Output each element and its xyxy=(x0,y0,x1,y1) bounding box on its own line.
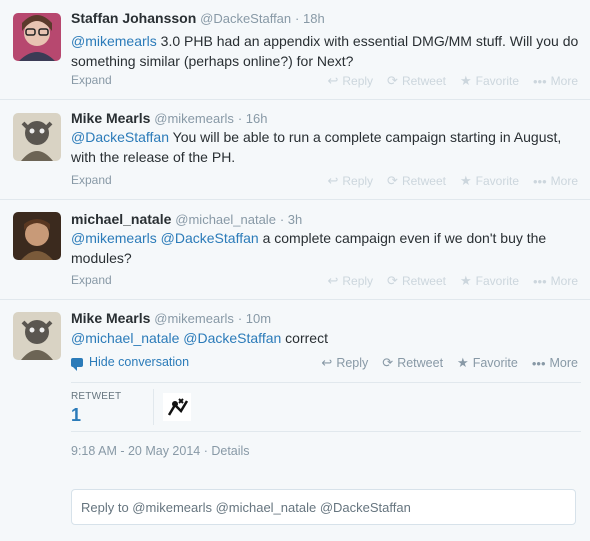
favorite-button[interactable]: ★ Favorite xyxy=(457,355,518,371)
star-icon: ★ xyxy=(459,273,472,288)
retweet-stat-label[interactable]: RETWEET xyxy=(71,391,121,402)
author-username[interactable]: @mikemearls xyxy=(154,111,234,126)
favorite-button[interactable]: ★ Favorite xyxy=(460,73,519,89)
expand-link[interactable]: Expand xyxy=(71,173,112,187)
mention-link[interactable]: @DackeStaffan xyxy=(71,129,169,145)
mention-link[interactable]: @michael_natale @DackeStaffan xyxy=(71,330,281,346)
favorite-button[interactable]: ★ Favorite xyxy=(460,173,519,189)
retweet-icon: ⟳ xyxy=(387,273,398,288)
author-fullname[interactable]: Mike Mearls xyxy=(71,310,150,326)
tweet-text: @DackeStaffan You will be able to run a … xyxy=(71,129,562,165)
tweet-actions: ↩ Reply ⟳ Retweet ★ Favorite ••• More xyxy=(321,355,578,371)
tweet-item[interactable]: Mike Mearls @mikemearls · 16h @DackeStaf… xyxy=(0,100,590,200)
tweet-actions: ↩ Reply ⟳ Retweet ★ Favorite ••• More xyxy=(327,173,578,189)
retweet-button[interactable]: ⟳ Retweet xyxy=(387,273,446,289)
retweet-icon: ⟳ xyxy=(387,73,398,88)
expand-link[interactable]: Expand xyxy=(71,73,112,87)
star-icon: ★ xyxy=(459,73,472,88)
author-fullname[interactable]: michael_natale xyxy=(71,211,171,227)
reply-arrow-icon: ↩ xyxy=(327,173,339,188)
mention-link[interactable]: @mikemearls @DackeStaffan xyxy=(71,230,259,246)
conversation-icon xyxy=(71,357,83,371)
avatar[interactable] xyxy=(13,13,61,61)
avatar[interactable] xyxy=(13,212,61,260)
retweet-button[interactable]: ⟳ Retweet xyxy=(387,173,446,189)
author-fullname[interactable]: Mike Mearls xyxy=(71,110,150,126)
reply-input[interactable]: Reply to @mikemearls @michael_natale @Da… xyxy=(71,489,576,525)
ellipsis-icon: ••• xyxy=(531,355,546,371)
tweet-timestamp[interactable]: 9:18 AM - 20 May 2014 · Details xyxy=(71,444,250,458)
author-username[interactable]: @mikemearls xyxy=(154,311,234,326)
reply-button[interactable]: ↩ Reply xyxy=(327,73,373,89)
retweeter-avatar[interactable] xyxy=(163,393,191,421)
expand-link[interactable]: Expand xyxy=(71,273,112,287)
avatar[interactable] xyxy=(13,113,61,161)
reply-arrow-icon: ↩ xyxy=(327,273,339,288)
tweet-time[interactable]: · 3h xyxy=(280,212,302,227)
reply-button[interactable]: ↩ Reply xyxy=(321,355,368,371)
author-username[interactable]: @michael_natale xyxy=(175,212,276,227)
reply-button[interactable]: ↩ Reply xyxy=(327,273,373,289)
tweet-item[interactable]: Staffan Johansson @DackeStaffan · 18h @m… xyxy=(0,0,590,100)
author-fullname[interactable]: Staffan Johansson xyxy=(71,10,196,26)
tweet-time[interactable]: · 16h xyxy=(238,111,268,126)
tweet-actions: ↩ Reply ⟳ Retweet ★ Favorite ••• More xyxy=(327,73,578,89)
tweet-actions: ↩ Reply ⟳ Retweet ★ Favorite ••• More xyxy=(327,273,578,289)
tweet-time[interactable]: · 10m xyxy=(238,311,271,326)
more-button[interactable]: ••• More xyxy=(532,355,578,371)
retweet-icon: ⟳ xyxy=(387,173,398,188)
tweet-stats: RETWEET 1 xyxy=(71,382,581,432)
tweet-text: @michael_natale @DackeStaffan correct xyxy=(71,330,328,346)
reply-button[interactable]: ↩ Reply xyxy=(327,173,373,189)
star-icon: ★ xyxy=(459,173,472,188)
ellipsis-icon: ••• xyxy=(533,273,547,289)
reply-arrow-icon: ↩ xyxy=(321,355,333,370)
star-icon: ★ xyxy=(457,355,469,370)
retweet-icon: ⟳ xyxy=(382,355,394,370)
retweet-button[interactable]: ⟳ Retweet xyxy=(387,73,446,89)
reply-arrow-icon: ↩ xyxy=(327,73,339,88)
mention-link[interactable]: @mikemearls xyxy=(71,33,157,49)
tweet-text: @mikemearls @DackeStaffan a complete cam… xyxy=(71,230,547,266)
more-button[interactable]: ••• More xyxy=(533,173,578,189)
stat-divider xyxy=(153,389,154,425)
retweet-button[interactable]: ⟳ Retweet xyxy=(382,355,443,371)
more-button[interactable]: ••• More xyxy=(533,73,578,89)
author-username[interactable]: @DackeStaffan xyxy=(200,11,291,26)
ellipsis-icon: ••• xyxy=(533,73,547,89)
favorite-button[interactable]: ★ Favorite xyxy=(460,273,519,289)
ellipsis-icon: ••• xyxy=(533,173,547,189)
tweet-text: @mikemearls 3.0 PHB had an appendix with… xyxy=(71,33,579,69)
retweet-stat-count[interactable]: 1 xyxy=(71,405,81,426)
more-button[interactable]: ••• More xyxy=(533,273,578,289)
avatar[interactable] xyxy=(13,312,61,360)
hide-conversation-link[interactable]: Hide conversation xyxy=(71,355,189,371)
tweet-time[interactable]: · 18h xyxy=(295,11,325,26)
tweet-item[interactable]: michael_natale @michael_natale · 3h @mik… xyxy=(0,200,590,300)
